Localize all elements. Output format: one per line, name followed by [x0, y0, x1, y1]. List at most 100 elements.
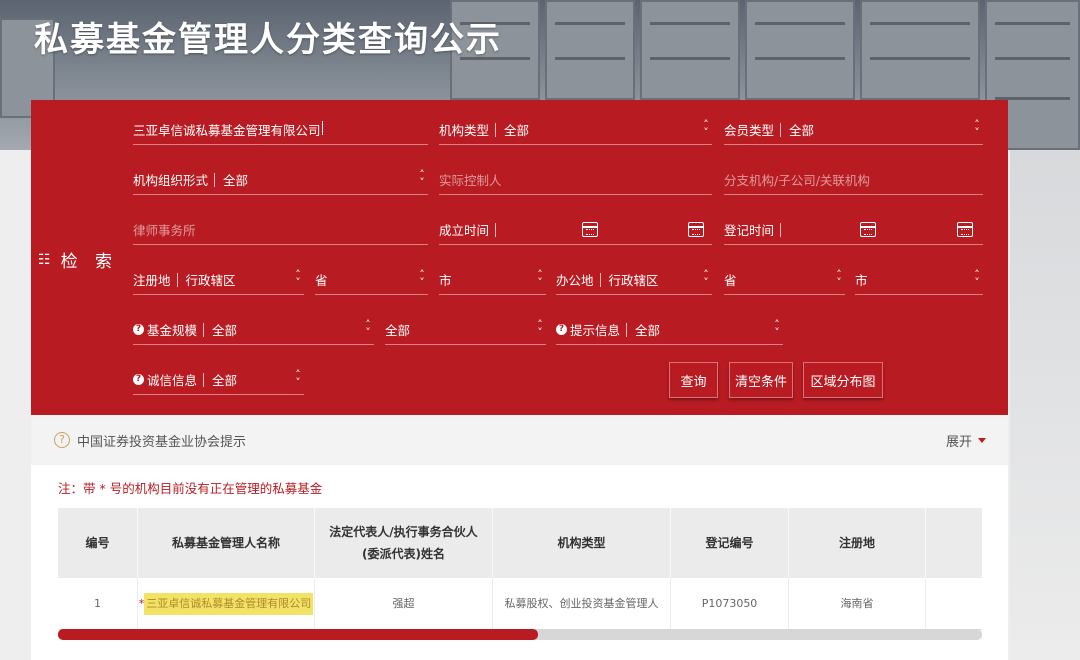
reg-city-value: 市 — [439, 273, 452, 288]
reg-place-select[interactable]: 注册地 行政辖区 ˄ ˅ — [133, 265, 304, 295]
header-cell-regno: 登记编号 — [671, 508, 789, 578]
caret-down-icon — [978, 437, 986, 443]
credit-info-label: 诚信信息 — [147, 373, 198, 388]
member-type-select[interactable]: 会员类型 全部 ˄ ˅ — [724, 115, 983, 145]
header-cell-rep: 法定代表人/执行事务合伙人 (委派代表)姓名 — [315, 508, 493, 578]
office-place-label: 办公地 — [556, 273, 594, 288]
results-table: 编号 私募基金管理人名称 法定代表人/执行事务合伙人 (委派代表)姓名 机构类型… — [58, 508, 982, 630]
header-cell-type: 机构类型 — [493, 508, 671, 578]
founded-label: 成立时间 — [439, 223, 490, 238]
updown-arrow-icon: ˄ ˅ — [974, 268, 980, 289]
question-icon[interactable]: ? — [556, 324, 567, 335]
law-firm-input[interactable]: 律师事务所 — [133, 215, 428, 245]
fund-scale-value: 全部 — [212, 323, 238, 338]
keyword-input[interactable]: 三亚卓信诚私募基金管理有限公司 — [133, 115, 428, 145]
updown-arrow-icon: ˄ ˅ — [295, 268, 301, 289]
org-form-label: 机构组织形式 — [133, 173, 209, 188]
table-header: 编号 私募基金管理人名称 法定代表人/执行事务合伙人 (委派代表)姓名 机构类型… — [58, 508, 982, 578]
branch-placeholder: 分支机构/子公司/关联机构 — [724, 173, 870, 188]
updown-arrow-icon: ˄ ˅ — [537, 318, 543, 339]
law-firm-placeholder: 律师事务所 — [133, 223, 196, 238]
header-rep-line1: 法定代表人/执行事务合伙人 — [329, 525, 478, 539]
hint-info-select[interactable]: ? 提示信息 全部 ˄ ˅ — [556, 315, 783, 345]
question-icon[interactable]: ? — [133, 374, 144, 385]
org-form-select[interactable]: 机构组织形式 全部 ˄ ˅ — [133, 165, 428, 195]
calendar-icon[interactable] — [688, 222, 704, 237]
office-province-select[interactable]: 省 ˄ ˅ — [724, 265, 845, 295]
office-place-select[interactable]: 办公地 行政辖区 ˄ ˅ — [556, 265, 712, 295]
office-place-value: 行政辖区 — [608, 273, 659, 288]
question-icon[interactable]: ? — [133, 324, 144, 335]
clear-conditions-button[interactable]: 清空条件 — [729, 362, 793, 398]
note-text: 注：带 * 号的机构目前没有正在管理的私募基金 — [58, 481, 323, 496]
credit-info-select[interactable]: ? 诚信信息 全部 ˄ ˅ — [133, 365, 304, 395]
cell-office: 海 — [926, 578, 982, 629]
query-button[interactable]: 查询 — [669, 362, 718, 398]
calendar-icon[interactable] — [957, 222, 973, 237]
registered-date-range[interactable]: 登记时间 — [724, 215, 983, 245]
table-row[interactable]: 1 * 三亚卓信诚私募基金管理有限公司 强超 私募股权、创业投资基金管理人 P10… — [58, 578, 982, 630]
updown-arrow-icon: ˄ ˅ — [703, 268, 709, 289]
registered-label: 登记时间 — [724, 223, 775, 238]
branch-input[interactable]: 分支机构/子公司/关联机构 — [724, 165, 983, 195]
hint-info-value: 全部 — [635, 323, 661, 338]
calendar-icon[interactable] — [860, 222, 876, 237]
member-type-value: 全部 — [789, 123, 815, 138]
controller-placeholder: 实际控制人 — [439, 173, 502, 188]
org-type-value: 全部 — [504, 123, 530, 138]
credit-info-value: 全部 — [212, 373, 238, 388]
region-map-button[interactable]: 区域分布图 — [803, 362, 883, 398]
updown-arrow-icon: ˄ ˅ — [537, 268, 543, 289]
scrollbar-thumb[interactable] — [58, 629, 539, 640]
controller-input[interactable]: 实际控制人 — [439, 165, 712, 195]
updown-arrow-icon: ˄ ˅ — [703, 118, 709, 139]
calendar-icon[interactable] — [582, 222, 598, 237]
fund-scale-value-2: 全部 — [385, 323, 411, 338]
cell-name[interactable]: * 三亚卓信诚私募基金管理有限公司 — [138, 578, 315, 629]
manager-name-link[interactable]: 三亚卓信诚私募基金管理有限公司 — [144, 592, 314, 615]
reg-place-value: 行政辖区 — [185, 273, 236, 288]
org-form-value: 全部 — [223, 173, 249, 188]
updown-arrow-icon: ˄ ˅ — [419, 168, 425, 189]
office-city-select[interactable]: 市 ˄ ˅ — [855, 265, 983, 295]
member-type-label: 会员类型 — [724, 123, 775, 138]
cell-no: 1 — [58, 578, 138, 629]
header-cell-no: 编号 — [58, 508, 138, 578]
fund-scale-label: 基金规模 — [147, 323, 198, 338]
header-rep-line2: (委派代表)姓名 — [362, 547, 445, 561]
office-province-value: 省 — [724, 273, 737, 288]
header-cell-regplace: 注册地 — [789, 508, 926, 578]
cell-regplace: 海南省 — [789, 578, 926, 629]
updown-arrow-icon: ˄ ˅ — [974, 118, 980, 139]
org-type-label: 机构类型 — [439, 123, 490, 138]
horizontal-scrollbar[interactable] — [58, 629, 982, 640]
cabinet-decoration — [745, 0, 855, 100]
cabinet-decoration — [640, 0, 740, 100]
updown-arrow-icon: ˄ ˅ — [836, 268, 842, 289]
cell-regno: P1073050 — [671, 578, 789, 629]
expand-toggle[interactable]: 展开 — [946, 431, 986, 450]
search-section-label: ☷ 检 索 — [38, 247, 118, 273]
cell-type: 私募股权、创业投资基金管理人 — [493, 578, 671, 629]
question-circle-icon: ? — [54, 432, 70, 448]
office-city-value: 市 — [855, 273, 868, 288]
hint-info-label: 提示信息 — [570, 323, 621, 338]
association-notice-bar: ? 中国证券投资基金业协会提示 展开 — [31, 415, 1008, 465]
cabinet-decoration — [860, 0, 980, 100]
header-cell-name: 私募基金管理人名称 — [138, 508, 315, 578]
page-title: 私募基金管理人分类查询公示 — [34, 20, 502, 60]
header-cell-office: 办 — [926, 508, 982, 578]
founded-date-range[interactable]: 成立时间 — [439, 215, 712, 245]
fund-scale-select[interactable]: ? 基金规模 全部 ˄ ˅ — [133, 315, 374, 345]
updown-arrow-icon: ˄ ˅ — [774, 318, 780, 339]
background-strip — [1010, 150, 1080, 660]
reg-province-select[interactable]: 省 ˄ ˅ — [315, 265, 428, 295]
org-type-select[interactable]: 机构类型 全部 ˄ ˅ — [439, 115, 712, 145]
fund-scale-select-2[interactable]: 全部 ˄ ˅ — [385, 315, 546, 345]
cabinet-decoration — [545, 0, 635, 100]
reg-city-select[interactable]: 市 ˄ ˅ — [439, 265, 546, 295]
filter-sliders-icon: ☷ — [38, 251, 51, 268]
updown-arrow-icon: ˄ ˅ — [419, 268, 425, 289]
cell-rep: 强超 — [315, 578, 493, 629]
notice-text: 中国证券投资基金业协会提示 — [77, 434, 247, 450]
